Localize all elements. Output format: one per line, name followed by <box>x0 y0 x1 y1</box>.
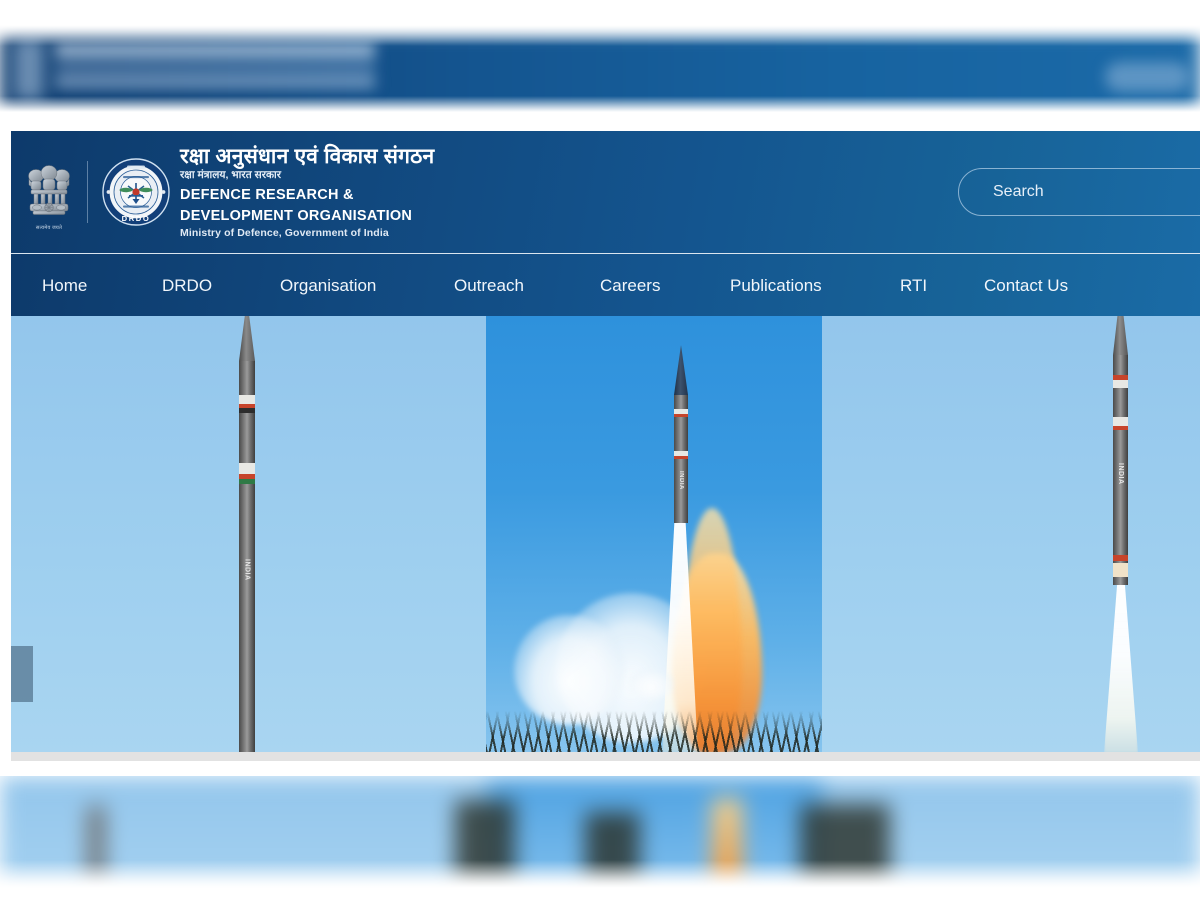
blurred-title-ghost <box>55 44 375 92</box>
page-root: सत्यमेव जयते DRDO रक्षा अनुसंधान एवं विक… <box>0 0 1200 900</box>
missile-band-white-a <box>239 395 255 404</box>
missile-right-band-white-a <box>1113 380 1128 388</box>
drdo-logo: DRDO <box>102 158 170 226</box>
missile-right-skirt <box>1113 563 1128 577</box>
missile-body-center: INDIA <box>674 345 688 523</box>
bottom-band-fade <box>0 860 1200 900</box>
header-divider <box>87 161 88 223</box>
page-card-bottom-strip <box>11 752 1200 761</box>
missile-nose-left <box>239 316 255 361</box>
missile-right-band-white-b <box>1113 417 1128 426</box>
search-box[interactable] <box>958 168 1200 216</box>
nav-item-organisation[interactable]: Organisation <box>280 277 376 294</box>
carousel-prev-button[interactable] <box>11 646 33 702</box>
national-emblem: सत्यमेव जयते <box>23 153 75 231</box>
emblem-motto: सत्यमेव जयते <box>35 225 63 231</box>
missile-band-green-b <box>239 479 255 484</box>
blurred-emblem-ghost <box>14 38 44 100</box>
smoke-cloud-far-left <box>514 615 624 725</box>
top-fade-overlay <box>0 0 1200 46</box>
smoke-puff <box>628 669 674 699</box>
site-title-english-line2: DEVELOPMENT ORGANISATION <box>180 207 413 224</box>
nav-item-publications[interactable]: Publications <box>730 277 822 294</box>
missile-band-dark-a <box>239 408 255 413</box>
blurred-header-band-top <box>0 0 1200 122</box>
missile-right-band-red-b <box>1113 426 1128 430</box>
nav-item-careers[interactable]: Careers <box>600 277 660 294</box>
drdo-seal-wordmark: DRDO <box>122 214 151 223</box>
search-container <box>958 168 1200 216</box>
missile-nose-center <box>674 345 688 395</box>
blurred-carousel-band-bottom <box>0 776 1200 900</box>
missile-band-white-b <box>239 463 255 474</box>
foreground-vegetation <box>486 711 822 753</box>
missile-right-band-red-c <box>1113 555 1128 561</box>
top-band-bottom-fade <box>0 96 1200 122</box>
exhaust-plume-right <box>1104 578 1138 753</box>
website-card: सत्यमेव जयते DRDO रक्षा अनुसंधान एवं विक… <box>11 131 1200 761</box>
carousel-slide-left[interactable]: INDIA <box>11 316 486 753</box>
nav-item-home[interactable]: Home <box>42 277 87 294</box>
missile-india-label-left: INDIA <box>243 559 251 581</box>
nav-item-outreach[interactable]: Outreach <box>454 277 524 294</box>
missile-body-left: INDIA <box>239 316 255 753</box>
drdo-seal-icon: DRDO <box>102 158 170 226</box>
main-navigation: Home DRDO Organisation Outreach Careers … <box>11 254 1200 316</box>
missile-nose-right <box>1113 316 1128 355</box>
site-header: सत्यमेव जयते DRDO रक्षा अनुसंधान एवं विक… <box>11 131 1200 253</box>
carousel-slide-right[interactable]: INDIA <box>822 316 1200 753</box>
site-ministry-line: Ministry of Defence, Government of India <box>180 227 389 240</box>
nav-item-rti[interactable]: RTI <box>900 277 927 294</box>
ashoka-lion-capital-icon <box>28 165 70 215</box>
emblem-group: सत्यमेव जयते DRDO <box>11 131 170 253</box>
hero-carousel: INDIA INDIA INDIA <box>11 316 1200 753</box>
missile-india-label-center: INDIA <box>678 471 684 490</box>
site-subtitle-hindi: रक्षा मंत्रालय, भारत सरकार <box>180 169 282 182</box>
missile-india-label-right: INDIA <box>1117 463 1124 485</box>
carousel-slide-center[interactable]: INDIA <box>486 316 822 753</box>
missile-body-right: INDIA <box>1113 316 1128 585</box>
nav-item-drdo[interactable]: DRDO <box>162 277 212 294</box>
missile-center-band-red-a <box>674 414 688 417</box>
search-input[interactable] <box>993 183 1193 201</box>
blurred-search-ghost <box>1105 62 1190 92</box>
missile-center-band-red-b <box>674 456 688 459</box>
site-title-block: रक्षा अनुसंधान एवं विकास संगठन रक्षा मंत… <box>180 145 434 240</box>
site-title-english-line1: DEFENCE RESEARCH & <box>180 186 354 203</box>
site-title-hindi: रक्षा अनुसंधान एवं विकास संगठन <box>180 144 435 168</box>
nav-item-contact-us[interactable]: Contact Us <box>984 277 1068 294</box>
